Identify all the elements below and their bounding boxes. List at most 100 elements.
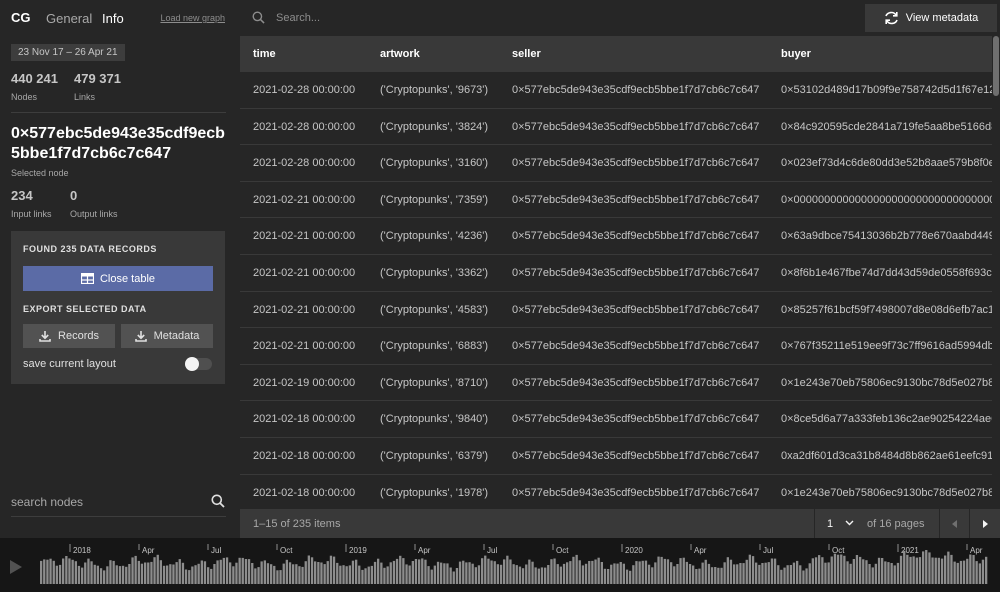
timeline-bar [799,565,802,584]
timeline-bar [805,568,808,584]
timeline-bar [821,557,824,584]
timeline-bar [121,565,125,584]
timeline-bar [777,565,780,584]
timeline-bar [644,560,648,584]
timeline-label: 2020 [625,546,643,555]
cell-artwork: ('Cryptopunks', '9673') [380,84,489,96]
timeline-bar [433,565,436,584]
cell-time: 2021-02-18 00:00:00 [253,413,356,426]
save-layout-toggle[interactable] [185,357,212,371]
cell-buyer: 0×023ef73d4c6de80dd3e52b8aae579b8f0e [781,157,995,170]
cell-artwork: ('Cryptopunks', '6379') [380,450,489,462]
column-header-time[interactable]: time [253,48,276,60]
cell-artwork: ('Cryptopunks', '1978') [380,486,489,499]
table-row[interactable]: 2021-02-28 00:00:00 ('Cryptopunks', '3160… [240,145,1000,182]
timeline-bar [764,562,767,584]
timeline-bar [903,550,906,584]
timeline-bar [144,562,147,584]
timeline-bar [704,559,707,584]
table-row[interactable]: 2021-02-21 00:00:00 ('Cryptopunks', '4583… [240,292,1000,329]
timeline-bar [569,561,572,584]
search-nodes-input[interactable] [11,492,201,512]
timeline-bar [408,565,411,584]
table-row[interactable]: 2021-02-21 00:00:00 ('Cryptopunks', '7359… [240,182,1000,219]
timeline-bar [597,557,600,584]
timeline-bar [213,564,216,584]
scrollbar-thumb[interactable] [993,36,999,96]
timeline-histogram[interactable]: 2018 Apr Jul Oct 2019 Apr Jul Oct 2020 Apr Jul Oct 2… [0,538,1000,592]
next-page-button[interactable] [969,509,999,538]
timeline-bar [840,554,843,584]
timeline-bar [99,568,103,584]
table-row[interactable]: 2021-02-18 00:00:00 ('Cryptopunks', '6379… [240,438,1000,475]
view-metadata-button[interactable]: View metadata [865,4,997,32]
timeline-bar [392,560,396,584]
timeline-bar [380,562,383,584]
timeline-bar [411,561,414,584]
table-row[interactable]: 2021-02-21 00:00:00 ('Cryptopunks', '4236… [240,218,1000,255]
output-links-count: 0 [70,188,78,203]
previous-page-button[interactable] [939,509,969,538]
timeline-bar [849,563,852,584]
timeline-bar [96,565,99,584]
table-row[interactable]: 2021-02-19 00:00:00 ('Cryptopunks', '8710… [240,365,1000,402]
table-row[interactable]: 2021-02-21 00:00:00 ('Cryptopunks', '6883… [240,328,1000,365]
timeline-bar [632,565,635,584]
timeline-bar [405,564,408,584]
column-header-buyer[interactable]: buyer [781,48,811,60]
table-search-bar: View metadata [240,0,1000,36]
export-records-button[interactable]: Records [23,324,115,348]
page-select[interactable]: 1 [814,509,862,538]
table-row[interactable]: 2021-02-18 00:00:00 ('Cryptopunks', '9840… [240,401,1000,438]
timeline-bar [710,567,714,584]
table-row[interactable]: 2021-02-21 00:00:00 ('Cryptopunks', '3362… [240,255,1000,292]
timeline-bar [610,564,613,584]
column-header-seller[interactable]: seller [512,48,541,60]
timeline-bar [62,558,65,584]
timeline-bar [833,553,837,584]
timeline-bar [131,557,134,584]
table-row[interactable]: 2021-02-28 00:00:00 ('Cryptopunks', '3824… [240,109,1000,146]
timeline-bar [978,563,981,584]
search-icon[interactable] [211,494,225,508]
cell-artwork: ('Cryptopunks', '3160') [380,157,489,170]
timeline-bar [194,565,197,584]
timeline-bar [947,551,950,584]
timeline-bar [660,556,663,584]
export-metadata-button[interactable]: Metadata [121,324,213,348]
timeline-bar [348,565,351,584]
table-search-input[interactable] [276,8,836,28]
timeline-bar [918,557,922,584]
table-row[interactable]: 2021-02-28 00:00:00 ('Cryptopunks', '9673… [240,72,1000,109]
current-page: 1 [827,518,834,530]
tab-general[interactable]: General [46,11,92,26]
cell-seller: 0×577ebc5de943e35cdf9ecb5bbe1f7d7cb6c7c6… [512,193,760,206]
timeline[interactable]: 2018 Apr Jul Oct 2019 Apr Jul Oct 2020 Apr Jul Oct 2… [0,538,1000,592]
timeline-bar [981,559,985,584]
timeline-bar [323,564,326,584]
timeline-bar [93,564,96,584]
timeline-bar [544,567,547,584]
timeline-bar [962,560,966,584]
cell-buyer: 0×1e243e70eb75806ec9130bc78d5e027b8a [781,376,1000,389]
load-new-graph-link[interactable]: Load new graph [160,13,225,23]
timeline-bar [767,562,770,584]
timeline-bar [481,558,484,584]
timeline-bar [748,554,751,584]
timeline-bar [922,551,925,584]
timeline-bar [310,557,314,584]
table-row[interactable]: 2021-02-18 00:00:00 ('Cryptopunks', '1978… [240,475,1000,508]
tab-info[interactable]: Info [102,11,124,26]
timeline-bar [74,561,77,584]
timeline-bar [594,559,597,584]
timeline-bar [351,560,355,584]
timeline-bar [446,563,449,584]
timeline-bar [184,569,188,584]
table-scrollbar[interactable] [992,36,1000,508]
column-header-artwork[interactable]: artwork [380,48,420,60]
timeline-bar [402,558,405,584]
timeline-bar [758,564,761,584]
selected-node-label: Selected node [11,168,69,178]
close-table-button[interactable]: Close table [23,266,213,291]
timeline-bar [112,560,115,584]
